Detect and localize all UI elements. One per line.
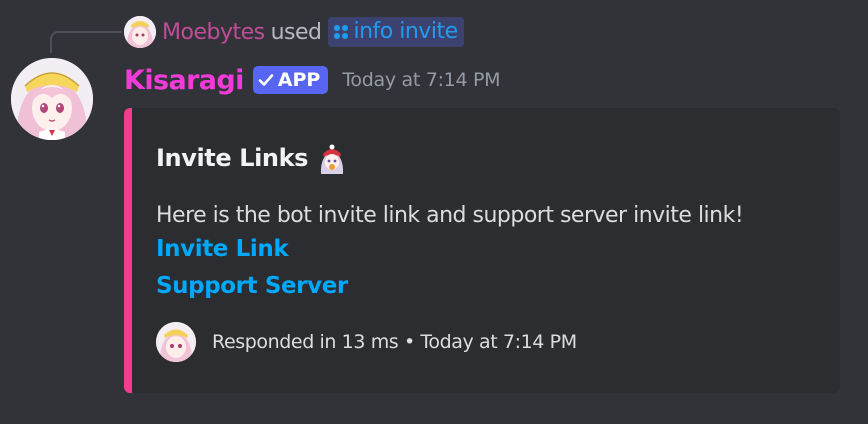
anime-girl-emoji-icon <box>316 142 348 174</box>
embed-description: Here is the bot invite link and support … <box>156 203 744 228</box>
footer-text: Responded in 13 ms • Today at 7:14 PM <box>212 331 577 353</box>
invite-link[interactable]: Invite Link <box>156 236 289 262</box>
embed-card: Invite Links Here is the bot invite link… <box>124 108 840 393</box>
embed-title: Invite Links <box>156 142 348 174</box>
reply-user-avatar[interactable] <box>124 16 156 48</box>
reply-context[interactable]: Moebytes used info invite <box>124 14 464 50</box>
footer-timestamp: Today at 7:14 PM <box>420 331 577 353</box>
footer-avatar <box>156 322 196 362</box>
author-avatar[interactable] <box>11 58 93 140</box>
message-timestamp[interactable]: Today at 7:14 PM <box>342 69 500 91</box>
bot-message: Moebytes used info invite Kisaragi APP T… <box>0 0 868 424</box>
checkmark-icon <box>258 74 274 86</box>
footer-response-time: Responded in 13 ms <box>212 331 399 353</box>
command-name: info invite <box>353 19 459 44</box>
embed-title-text: Invite Links <box>156 144 309 172</box>
message-header: Kisaragi APP Today at 7:14 PM <box>124 62 501 98</box>
slash-command-mention[interactable]: info invite <box>327 17 464 47</box>
app-badge-label: APP <box>277 69 321 91</box>
embed-footer: Responded in 13 ms • Today at 7:14 PM <box>156 321 577 363</box>
author-username[interactable]: Kisaragi <box>124 65 244 96</box>
slash-command-icon <box>333 24 348 39</box>
reply-action-text: used <box>270 19 322 45</box>
footer-separator: • <box>403 331 415 353</box>
reply-connector <box>50 31 122 53</box>
reply-username[interactable]: Moebytes <box>162 20 265 45</box>
embed-accent-bar <box>124 108 132 393</box>
support-server-link[interactable]: Support Server <box>156 273 348 299</box>
app-badge: APP <box>252 66 329 94</box>
